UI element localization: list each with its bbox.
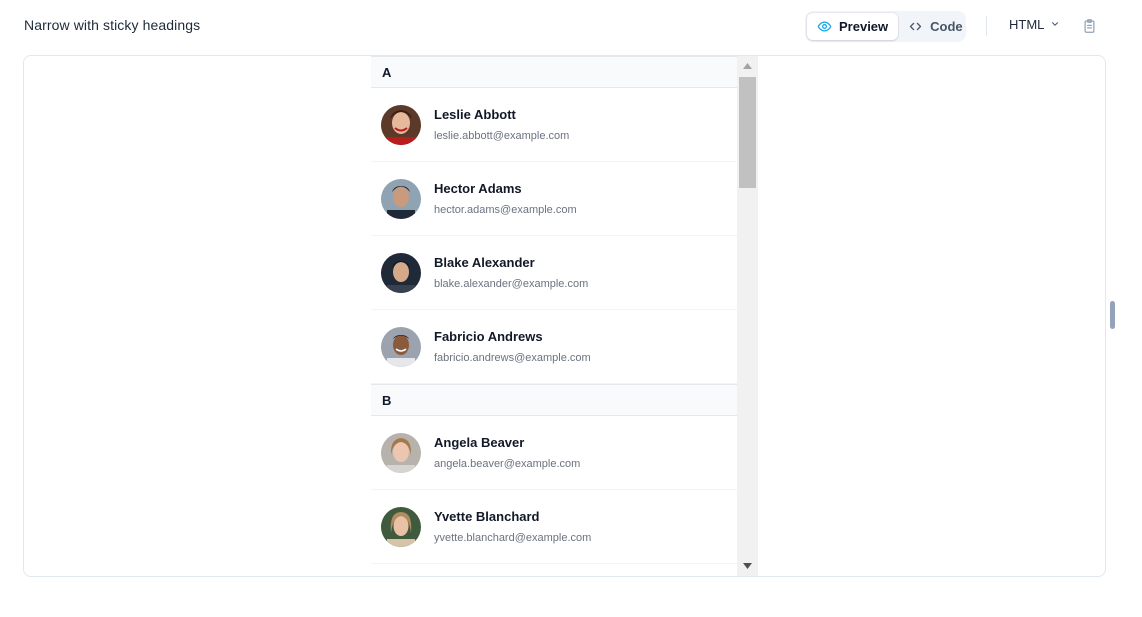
avatar [381, 104, 421, 145]
person-email: angela.beaver@example.com [434, 457, 581, 470]
person-email: blake.alexander@example.com [434, 277, 589, 290]
person-name: Yvette Blanchard [434, 508, 540, 524]
person-email: leslie.abbott@example.com [434, 129, 570, 142]
avatar [381, 326, 421, 367]
person-name: Leslie Abbott [434, 106, 516, 122]
resize-handle[interactable] [1110, 301, 1115, 329]
copy-button[interactable] [1082, 18, 1097, 39]
avatar [381, 506, 421, 547]
person-email: fabricio.andrews@example.com [434, 351, 591, 364]
person-name: Angela Beaver [434, 434, 525, 450]
clipboard-icon [1082, 19, 1097, 38]
tab-code-label: Code [930, 19, 963, 34]
tab-code[interactable]: Code [898, 13, 973, 40]
avatar [381, 252, 421, 293]
list-item[interactable]: Angela Beaver angela.beaver@example.com [371, 416, 737, 490]
scroll-down-arrow-icon[interactable] [737, 558, 758, 574]
directory-list[interactable]: A Leslie Abbott leslie.abbott@example.co… [371, 56, 737, 576]
group-header-b: B [371, 384, 737, 416]
language-label: HTML [1009, 17, 1045, 32]
chevron-down-icon [1050, 17, 1060, 32]
code-icon [908, 19, 923, 34]
preview-frame: A Leslie Abbott leslie.abbott@example.co… [23, 55, 1106, 577]
header: Narrow with sticky headings Preview Code [0, 0, 1142, 52]
person-name: Fabricio Andrews [434, 328, 543, 344]
person-name: Blake Alexander [434, 254, 535, 270]
person-email: hector.adams@example.com [434, 203, 577, 216]
scrollbar-thumb[interactable] [739, 77, 756, 188]
list-item[interactable]: Leslie Abbott leslie.abbott@example.com [371, 88, 737, 162]
toolbar-divider [986, 16, 987, 36]
group-header-a: A [371, 56, 737, 88]
page-title: Narrow with sticky headings [24, 17, 201, 33]
list-item[interactable]: Fabricio Andrews fabricio.andrews@exampl… [371, 310, 737, 384]
tab-preview-label: Preview [839, 19, 889, 34]
view-tabs: Preview Code [805, 11, 966, 42]
avatar [381, 178, 421, 219]
scrollbar[interactable] [737, 56, 758, 576]
person-name: Hector Adams [434, 180, 522, 196]
list-item[interactable]: Hector Adams hector.adams@example.com [371, 162, 737, 236]
eye-icon [817, 19, 832, 34]
tab-preview[interactable]: Preview [807, 13, 899, 40]
language-select[interactable]: HTML [1009, 17, 1060, 32]
scroll-up-arrow-icon[interactable] [737, 58, 758, 74]
person-email: yvette.blanchard@example.com [434, 531, 592, 544]
avatar [381, 432, 421, 473]
list-item[interactable]: Blake Alexander blake.alexander@example.… [371, 236, 737, 310]
list-item[interactable]: Yvette Blanchard yvette.blanchard@exampl… [371, 490, 737, 564]
